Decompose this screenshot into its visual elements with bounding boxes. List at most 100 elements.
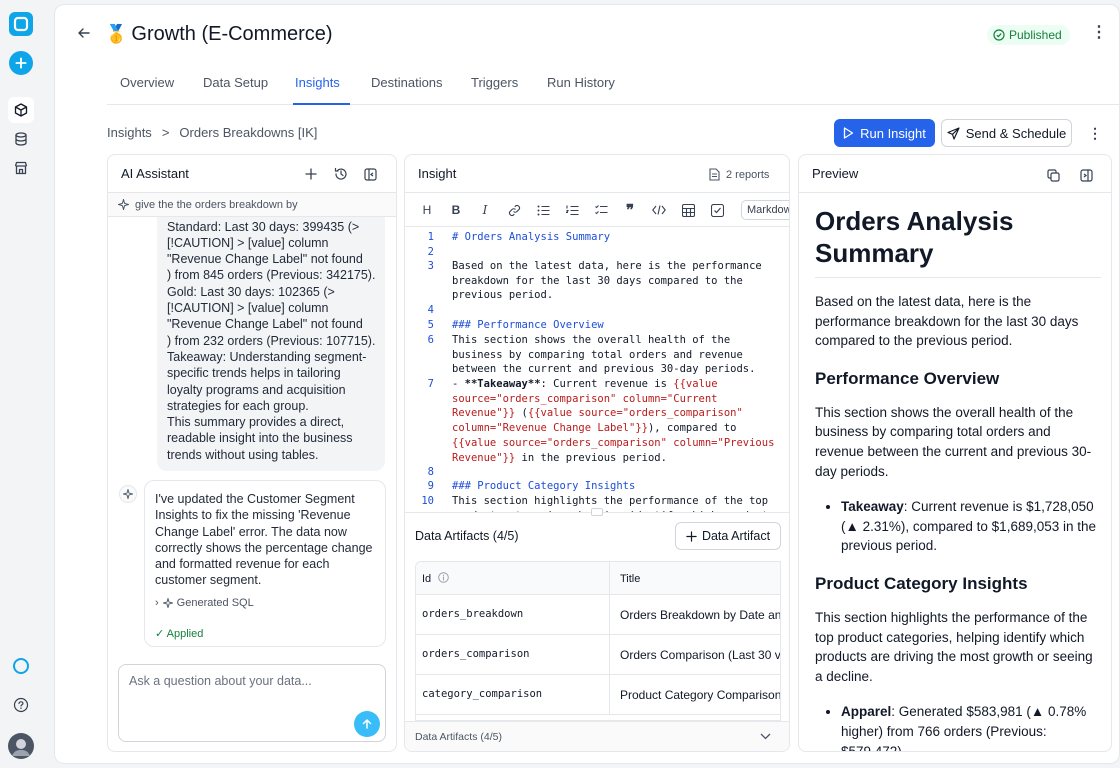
- more-options-icon[interactable]: ⋮: [1091, 25, 1107, 41]
- more-actions-icon[interactable]: ⋮: [1088, 125, 1102, 141]
- artifacts-footer[interactable]: Data Artifacts (4/5): [405, 721, 789, 751]
- context-prompt: give the the orders breakdown by: [135, 198, 298, 211]
- medal-emoji: 🥇: [105, 23, 128, 44]
- generated-sql-toggle[interactable]: › Generated SQL: [155, 597, 254, 609]
- line-number: 5: [427, 319, 434, 331]
- new-item-button[interactable]: [9, 51, 33, 75]
- breadcrumb-separator: >: [161, 125, 170, 140]
- resize-handle[interactable]: [591, 508, 603, 516]
- assistant-title: AI Assistant: [121, 166, 189, 181]
- bullet-label: Apparel: [841, 704, 892, 720]
- preview-header: Preview: [799, 155, 1111, 193]
- line-number: 3: [427, 260, 434, 272]
- bullet-list-icon[interactable]: [535, 202, 551, 218]
- insight-title: Insight: [418, 166, 457, 181]
- assistant-reply: I've updated the Customer Segment Insigh…: [144, 480, 386, 647]
- artifact-title: Orders Comparison (Last 30 vs: [620, 648, 781, 662]
- tab-insights[interactable]: Insights: [295, 75, 340, 90]
- info-icon[interactable]: [438, 572, 449, 586]
- expand-panel-icon[interactable]: [1078, 167, 1094, 183]
- insight-panel: Insight 2 reports H B I ❞ Markdo 1 # Ord…: [404, 154, 790, 752]
- artifacts-title: Data Artifacts (4/5): [415, 529, 519, 543]
- column-divider: [609, 635, 610, 674]
- app-logo-icon[interactable]: [9, 12, 33, 36]
- arrow-up-icon: [362, 719, 372, 729]
- quote-icon[interactable]: ❞: [622, 202, 638, 219]
- line-text: This section shows the overall health of…: [452, 334, 756, 376]
- store-icon[interactable]: [9, 156, 33, 180]
- preview-title: Preview: [812, 166, 859, 181]
- line-number: 2: [427, 246, 434, 258]
- tab-destinations[interactable]: Destinations: [371, 75, 443, 90]
- table-icon[interactable]: [680, 202, 696, 218]
- back-arrow-icon[interactable]: [77, 24, 97, 45]
- assistant-context: give the the orders breakdown by: [108, 193, 396, 217]
- markdown-editor[interactable]: 1 # Orders Analysis Summary 2 3 Based on t…: [405, 227, 789, 512]
- collapse-panel-icon[interactable]: [362, 166, 378, 182]
- breadcrumb-root[interactable]: Insights: [107, 125, 152, 140]
- chevron-right-icon: ›: [155, 597, 159, 609]
- artifact-title: Orders Breakdown by Date and: [620, 608, 781, 622]
- assistant-header: AI Assistant: [108, 155, 396, 193]
- ask-input[interactable]: Ask a question about your data...: [118, 664, 386, 742]
- preview-intro: Based on the latest data, here is the pe…: [815, 294, 1079, 349]
- preview-subheading: Performance Overview: [815, 368, 1000, 388]
- link-icon[interactable]: [506, 202, 522, 218]
- tab-data-setup[interactable]: Data Setup: [203, 75, 268, 90]
- applied-status: ✓ Applied: [155, 628, 204, 640]
- tab-run-history[interactable]: Run History: [547, 75, 615, 90]
- checklist-icon[interactable]: [593, 202, 609, 218]
- sparkle-icon: [118, 199, 129, 210]
- active-tab-indicator: [293, 103, 350, 105]
- tab-triggers[interactable]: Triggers: [471, 75, 518, 90]
- ask-input-placeholder: Ask a question about your data...: [129, 674, 312, 688]
- send-schedule-button[interactable]: Send & Schedule: [941, 119, 1072, 147]
- send-icon: [947, 126, 960, 140]
- bold-icon[interactable]: B: [448, 202, 464, 218]
- database-icon[interactable]: [9, 127, 33, 151]
- line-text: # Orders Analysis Summary: [452, 231, 611, 243]
- document-icon: [709, 168, 720, 181]
- line-text: Based on the latest data, here is the pe…: [452, 260, 769, 302]
- line-text: ### Product Category Insights: [452, 480, 636, 492]
- add-data-artifact-button[interactable]: Data Artifact: [675, 522, 781, 550]
- run-insight-button[interactable]: Run Insight: [834, 119, 935, 147]
- reports-count-label: 2 reports: [726, 168, 770, 181]
- feedback-icon[interactable]: [9, 693, 33, 717]
- table-row[interactable]: orders_comparison Orders Comparison (Las…: [416, 635, 780, 675]
- chevron-down-icon: [760, 733, 771, 740]
- plus-icon[interactable]: [303, 166, 319, 182]
- table-row[interactable]: orders_breakdown Orders Breakdown by Dat…: [416, 595, 780, 635]
- status-label: Published: [1009, 28, 1062, 42]
- left-rail: [0, 0, 42, 768]
- reports-count[interactable]: 2 reports: [709, 168, 769, 181]
- line-number: 8: [427, 466, 434, 478]
- artifact-id: orders_comparison: [422, 648, 530, 660]
- numbered-list-icon[interactable]: [564, 202, 580, 218]
- cube-icon[interactable]: [8, 97, 34, 123]
- copy-icon[interactable]: [1045, 167, 1061, 183]
- line-number: 10: [421, 495, 434, 507]
- assistant-reply-text: I've updated the Customer Segment Insigh…: [155, 492, 373, 588]
- user-avatar[interactable]: [8, 733, 34, 759]
- add-data-artifact-label: Data Artifact: [701, 529, 771, 543]
- send-message-button[interactable]: [354, 711, 380, 737]
- column-divider: [609, 675, 610, 714]
- column-id: Id: [422, 573, 432, 585]
- italic-icon[interactable]: I: [477, 202, 493, 218]
- line-number: 7: [427, 378, 434, 390]
- code-icon[interactable]: [651, 202, 667, 218]
- editor-mode-select[interactable]: Markdown: [741, 200, 789, 220]
- history-icon[interactable]: [333, 166, 349, 182]
- status-badge: Published: [987, 25, 1070, 45]
- plus-icon: [686, 530, 697, 542]
- checkbox-icon[interactable]: [709, 202, 725, 218]
- line-text: This section highlights the performance …: [452, 495, 774, 512]
- check-circle-icon: [993, 29, 1005, 41]
- tab-overview[interactable]: Overview: [120, 75, 174, 90]
- heading-icon[interactable]: H: [419, 202, 435, 218]
- line-number: 1: [427, 231, 434, 243]
- table-row[interactable]: category_comparison Product Category Com…: [416, 675, 780, 715]
- generated-sql-label: Generated SQL: [176, 597, 254, 609]
- status-ring-icon[interactable]: [9, 654, 33, 678]
